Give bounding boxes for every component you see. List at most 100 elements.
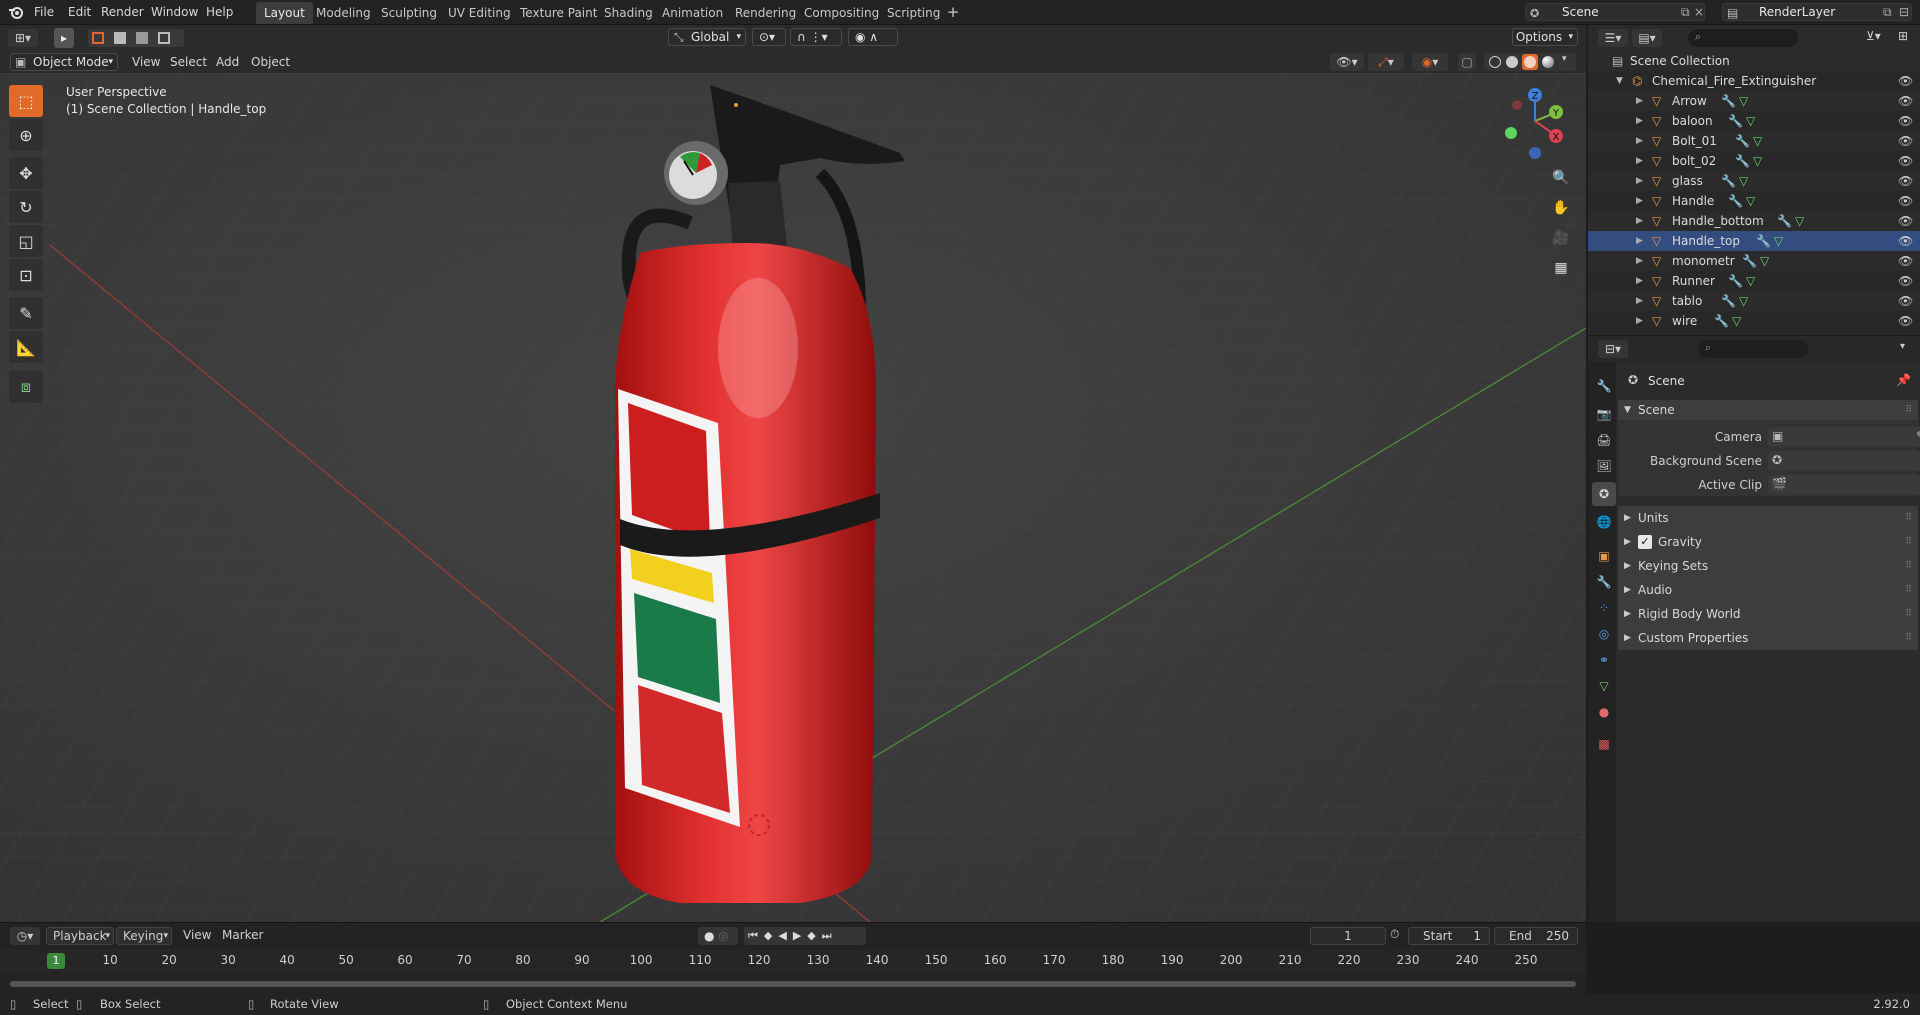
visibility-eye-icon[interactable]: 👁 [1898, 91, 1913, 111]
background-scene-field[interactable]: ✪ [1768, 451, 1920, 471]
gizmo-neg-x[interactable] [1512, 100, 1522, 110]
chevron-down-icon[interactable]: ▾ [1562, 54, 1567, 64]
new-collection-icon[interactable]: ⊞ [1898, 29, 1908, 43]
tab-scene[interactable]: ✪ [1592, 482, 1616, 506]
expand-arrow-icon[interactable]: ▶ [1636, 131, 1643, 151]
material-shading-icon[interactable] [1522, 54, 1538, 70]
visibility-eye-icon[interactable]: 👁 [1898, 311, 1913, 331]
current-frame-field[interactable]: 1 [1310, 927, 1386, 945]
expand-arrow-icon[interactable]: ▶ [1636, 271, 1643, 291]
units-panel[interactable]: ▶ Units ⠿ [1618, 506, 1918, 530]
drag-handle-icon[interactable]: ⠿ [1905, 602, 1912, 626]
3d-viewport[interactable]: User Perspective (1) Scene Collection | … [0, 73, 1586, 922]
visibility-eye-icon[interactable]: 👁 [1898, 71, 1913, 91]
camera-field[interactable]: ▣ ✎ [1768, 427, 1920, 447]
outliner-object-row[interactable]: ▶ ▽ tablo 🔧 ▽ 👁 [1588, 291, 1920, 311]
tab-object[interactable]: ▣ [1592, 544, 1616, 568]
outliner-collection-row[interactable]: ▼ ⌬ Chemical_Fire_Extinguisher 👁 [1588, 71, 1920, 91]
expand-arrow-icon[interactable]: ▶ [1636, 211, 1643, 231]
outliner-object-row[interactable]: ▶ ▽ baloon 🔧 ▽ 👁 [1588, 111, 1920, 131]
pan-button[interactable]: ✋ [1548, 195, 1574, 221]
rotate-tool[interactable]: ↻ [9, 191, 43, 223]
remove-layer-icon[interactable]: ⊟ [1899, 4, 1909, 20]
outliner-object-row[interactable]: ▶ ▽ Bolt_01 🔧 ▽ 👁 [1588, 131, 1920, 151]
expand-arrow-icon[interactable]: ▶ [1636, 311, 1643, 331]
expand-arrow-icon[interactable]: ▶ [1636, 171, 1643, 191]
tab-modifiers[interactable]: 🔧 [1592, 570, 1616, 594]
menu-help[interactable]: Help [200, 3, 239, 22]
menu-render[interactable]: Render [95, 3, 150, 22]
visibility-eye-icon[interactable]: 👁 [1898, 151, 1913, 171]
tab-sculpting[interactable]: Sculpting [373, 2, 445, 24]
close-scene-icon[interactable]: × [1694, 4, 1704, 20]
outliner-object-row[interactable]: ▶ ▽ Arrow 🔧 ▽ 👁 [1588, 91, 1920, 111]
active-clip-field[interactable]: 🎬 [1768, 475, 1920, 495]
drag-handle-icon[interactable]: ⠿ [1905, 626, 1912, 650]
tab-shading[interactable]: Shading [596, 2, 661, 24]
tab-uv-editing[interactable]: UV Editing [440, 2, 519, 24]
scene-selector[interactable]: ✪ Scene ⧉ × [1525, 3, 1705, 21]
properties-editor-type[interactable]: ⊟▾ [1598, 340, 1628, 358]
rigid-body-world-panel[interactable]: ▶ Rigid Body World ⠿ [1618, 602, 1918, 626]
viewport-menu-view[interactable]: View [132, 54, 160, 71]
visibility-eye-icon[interactable]: 👁 [1898, 111, 1913, 131]
menu-file[interactable]: File [28, 3, 60, 22]
eyedropper-icon[interactable]: ✎ [1916, 429, 1920, 443]
auto-keying-toggle[interactable]: ● ◎ [698, 927, 738, 945]
visibility-eye-icon[interactable]: 👁 [1898, 271, 1913, 291]
visibility-dropdown[interactable]: 👁▾ [1330, 53, 1364, 71]
gizmo-toggle[interactable]: ⤢▾ [1368, 53, 1404, 71]
editor-type-button[interactable]: ⊞▾ [8, 29, 38, 47]
select-invert-icon[interactable] [158, 32, 170, 44]
tab-layout[interactable]: Layout [256, 2, 313, 24]
tab-compositing[interactable]: Compositing [796, 2, 887, 24]
ortho-toggle-button[interactable]: ▦ [1548, 255, 1574, 281]
add-cube-tool[interactable]: ⧈ [9, 371, 43, 403]
chevron-down-icon[interactable]: ▾ [1900, 341, 1905, 352]
select-subtract-icon[interactable] [136, 32, 148, 44]
outliner-object-row[interactable]: ▶ ▽ Handle 🔧 ▽ 👁 [1588, 191, 1920, 211]
playback-controls[interactable]: ⏮◆◀▶◆⏭ [744, 927, 866, 945]
outliner-object-row[interactable]: ▶ ▽ Handle_bottom 🔧 ▽ 👁 [1588, 211, 1920, 231]
expand-arrow-icon[interactable]: ▼ [1616, 71, 1623, 91]
visibility-eye-icon[interactable]: 👁 [1898, 131, 1913, 151]
mode-dropdown[interactable]: ▣ Object Mode ▾ [10, 53, 118, 71]
options-dropdown[interactable]: Options ▾ [1512, 28, 1578, 46]
solid-shading-icon[interactable] [1506, 56, 1518, 68]
transform-orientation-dropdown[interactable]: ⤡ Global ▾ [668, 28, 746, 46]
tab-animation[interactable]: Animation [654, 2, 731, 24]
select-mode-buttons[interactable] [88, 29, 184, 47]
measure-tool[interactable]: 📐 [9, 331, 43, 363]
gizmo-neg-y[interactable] [1505, 127, 1517, 139]
tab-texture-paint[interactable]: Texture Paint [512, 2, 605, 24]
drag-handle-icon[interactable]: ⠿ [1905, 554, 1912, 578]
drag-handle-icon[interactable]: ⠿ [1905, 530, 1912, 554]
expand-arrow-icon[interactable]: ▶ [1636, 151, 1643, 171]
tab-tool[interactable]: 🔧 [1592, 374, 1616, 398]
scale-tool[interactable]: ◱ [9, 225, 43, 257]
viewport-menu-object[interactable]: Object [251, 54, 290, 71]
visibility-eye-icon[interactable]: 👁 [1898, 211, 1913, 231]
gizmo-neg-z[interactable] [1529, 147, 1541, 159]
tab-modeling[interactable]: Modeling [308, 2, 379, 24]
tab-view-layer[interactable]: 🖼 [1592, 454, 1616, 478]
end-frame-field[interactable]: End 250 [1494, 927, 1578, 945]
tab-constraints[interactable]: ⚭ [1592, 648, 1616, 672]
tab-render[interactable]: 📷 [1592, 402, 1616, 426]
expand-arrow-icon[interactable]: ▶ [1636, 231, 1643, 251]
visibility-eye-icon[interactable]: 👁 [1898, 191, 1913, 211]
playhead[interactable]: 1 [47, 953, 65, 969]
xray-toggle[interactable]: ▢ [1458, 53, 1476, 71]
snapping-dropdown[interactable]: ∩ ⋮▾ [790, 28, 842, 46]
select-tool-mode[interactable]: ▸ [54, 28, 74, 48]
camera-view-button[interactable]: 🎥 [1548, 225, 1574, 251]
wireframe-shading-icon[interactable] [1489, 56, 1501, 68]
keying-sets-panel[interactable]: ▶ Keying Sets ⠿ [1618, 554, 1918, 578]
keying-dropdown[interactable]: Keying ▾ [116, 927, 172, 945]
visibility-eye-icon[interactable]: 👁 [1898, 171, 1913, 191]
expand-arrow-icon[interactable]: ▶ [1636, 291, 1643, 311]
select-extend-icon[interactable] [114, 32, 126, 44]
outliner-object-row[interactable]: ▶ ▽ glass 🔧 ▽ 👁 [1588, 171, 1920, 191]
copy-scene-icon[interactable]: ⧉ [1681, 4, 1690, 20]
start-frame-field[interactable]: Start 1 [1408, 927, 1490, 945]
